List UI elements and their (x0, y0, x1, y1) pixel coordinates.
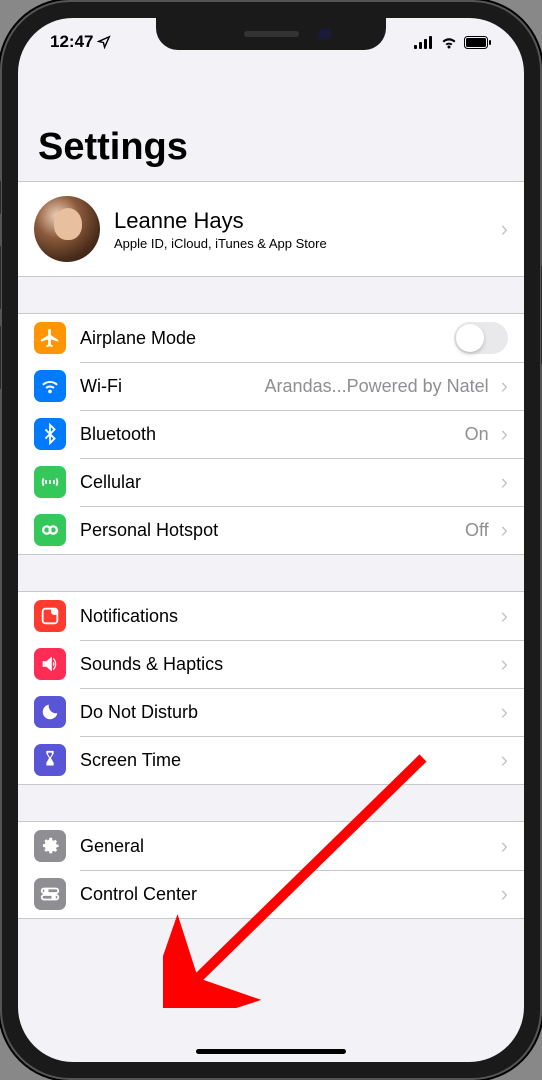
dnd-row[interactable]: Do Not Disturb › (18, 688, 524, 736)
airplane-mode-row[interactable]: Airplane Mode (18, 314, 524, 362)
chevron-right-icon: › (501, 421, 508, 447)
notifications-icon (34, 600, 66, 632)
mute-switch (0, 180, 1, 215)
cellular-icon (34, 466, 66, 498)
row-label: Airplane Mode (80, 328, 454, 349)
general-row[interactable]: General › (18, 822, 524, 870)
status-time: 12:47 (50, 32, 93, 52)
row-value: Arandas...Powered by Natel (265, 376, 489, 397)
row-label: Sounds & Haptics (80, 654, 497, 675)
row-label: Personal Hotspot (80, 520, 465, 541)
phone-frame: 12:47 (0, 0, 542, 1080)
hotspot-row[interactable]: Personal Hotspot Off › (18, 506, 524, 554)
cellular-row[interactable]: Cellular › (18, 458, 524, 506)
row-label: Bluetooth (80, 424, 465, 445)
wifi-row[interactable]: Wi-Fi Arandas...Powered by Natel › (18, 362, 524, 410)
chevron-right-icon: › (501, 373, 508, 399)
bluetooth-icon (34, 418, 66, 450)
profile-group: Leanne Hays Apple ID, iCloud, iTunes & A… (18, 181, 524, 277)
page-title: Settings (18, 66, 524, 181)
notifications-row[interactable]: Notifications › (18, 592, 524, 640)
profile-subtitle: Apple ID, iCloud, iTunes & App Store (114, 236, 497, 251)
home-indicator[interactable] (196, 1049, 346, 1054)
notch (156, 18, 386, 50)
chevron-right-icon: › (501, 469, 508, 495)
chevron-right-icon: › (501, 747, 508, 773)
hotspot-icon (34, 514, 66, 546)
avatar (34, 196, 100, 262)
row-value: On (465, 424, 489, 445)
control-center-icon (34, 878, 66, 910)
system-group: General › Control Center › (18, 821, 524, 919)
chevron-right-icon: › (501, 699, 508, 725)
location-arrow-icon (97, 35, 111, 49)
row-label: Control Center (80, 884, 497, 905)
chevron-right-icon: › (501, 833, 508, 859)
row-label: Notifications (80, 606, 497, 627)
volume-down-button (0, 325, 1, 390)
general-icon (34, 830, 66, 862)
row-label: Cellular (80, 472, 497, 493)
battery-icon (464, 36, 492, 49)
airplane-toggle[interactable] (454, 322, 508, 354)
cellular-signal-icon (414, 36, 434, 49)
chevron-right-icon: › (501, 216, 508, 242)
volume-up-button (0, 245, 1, 310)
screen: 12:47 (18, 18, 524, 1062)
alerts-group: Notifications › Sounds & Haptics › Do No… (18, 591, 524, 785)
airplane-icon (34, 322, 66, 354)
connectivity-group: Airplane Mode Wi-Fi Arandas...Powered by… (18, 313, 524, 555)
row-label: Screen Time (80, 750, 497, 771)
screentime-row[interactable]: Screen Time › (18, 736, 524, 784)
row-value: Off (465, 520, 489, 541)
bluetooth-row[interactable]: Bluetooth On › (18, 410, 524, 458)
chevron-right-icon: › (501, 603, 508, 629)
row-label: Do Not Disturb (80, 702, 497, 723)
row-label: Wi-Fi (80, 376, 265, 397)
sounds-row[interactable]: Sounds & Haptics › (18, 640, 524, 688)
sounds-icon (34, 648, 66, 680)
row-label: General (80, 836, 497, 857)
wifi-icon (34, 370, 66, 402)
profile-name: Leanne Hays (114, 208, 497, 234)
chevron-right-icon: › (501, 651, 508, 677)
dnd-icon (34, 696, 66, 728)
wifi-status-icon (440, 36, 458, 49)
profile-row[interactable]: Leanne Hays Apple ID, iCloud, iTunes & A… (18, 182, 524, 276)
content-area: Settings Leanne Hays Apple ID, iCloud, i… (18, 66, 524, 1062)
chevron-right-icon: › (501, 517, 508, 543)
screentime-icon (34, 744, 66, 776)
chevron-right-icon: › (501, 881, 508, 907)
control-center-row[interactable]: Control Center › (18, 870, 524, 918)
